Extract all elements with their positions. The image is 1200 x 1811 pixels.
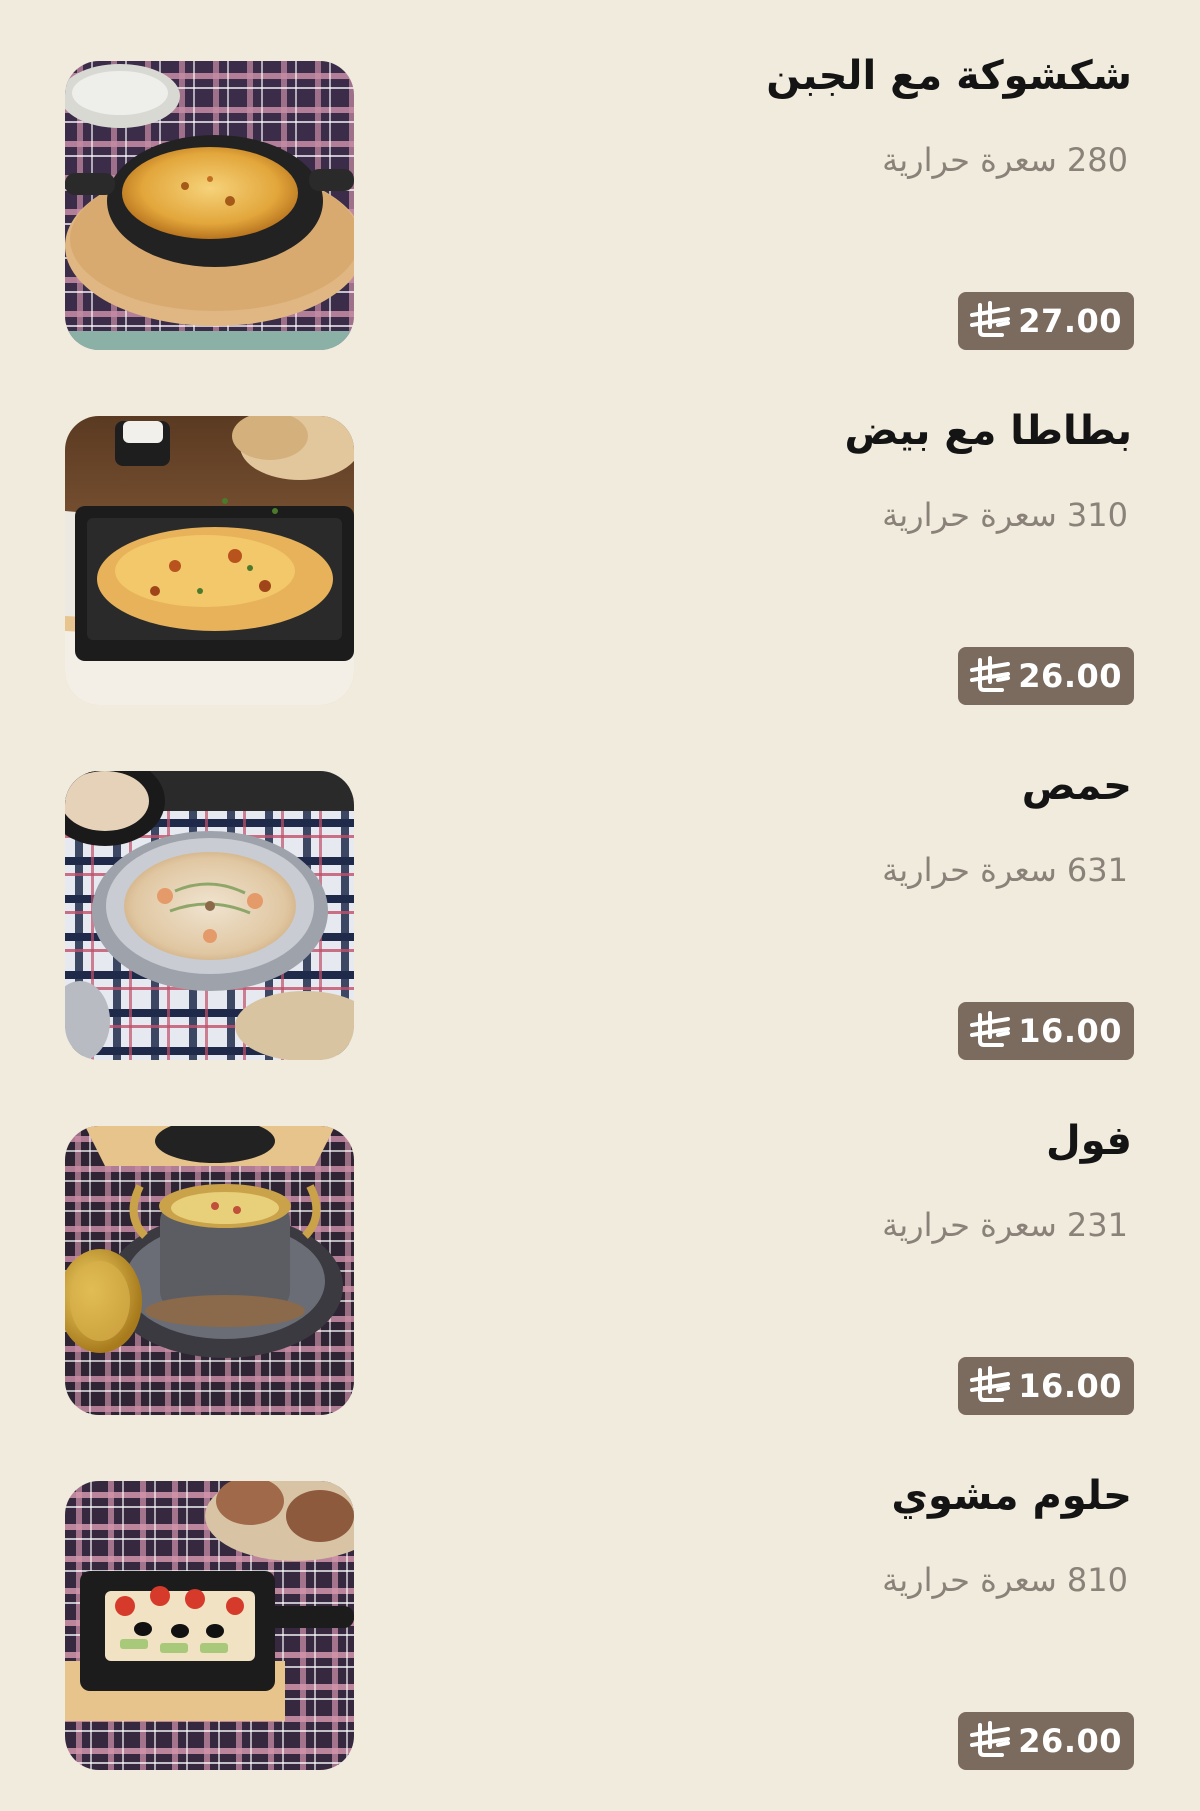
dish-name: حمص bbox=[1021, 763, 1132, 809]
dish-name: بطاطا مع بيض bbox=[844, 408, 1132, 454]
halloumi-photo bbox=[65, 1481, 354, 1770]
menu-item[interactable]: بطاطا مع بيض 310 سعرة حرارية 26.00 bbox=[0, 408, 1200, 706]
price-value: 26.00 bbox=[1018, 1722, 1122, 1760]
calorie-count: 280 سعرة حرارية bbox=[882, 141, 1128, 179]
price-badge: 26.00 bbox=[958, 647, 1134, 705]
dish-name: شكشوكة مع الجبن bbox=[766, 53, 1132, 99]
potato-eggs-photo bbox=[65, 416, 354, 705]
saudi-riyal-icon bbox=[968, 1721, 1012, 1761]
dish-name: فول bbox=[1046, 1118, 1132, 1164]
calorie-count: 810 سعرة حرارية bbox=[882, 1561, 1128, 1599]
saudi-riyal-icon bbox=[968, 1366, 1012, 1406]
dish-name: حلوم مشوي bbox=[891, 1473, 1132, 1519]
shakshuka-photo bbox=[65, 61, 354, 350]
dish-image[interactable] bbox=[65, 1481, 354, 1770]
foul-photo bbox=[65, 1126, 354, 1415]
price-badge: 27.00 bbox=[958, 292, 1134, 350]
calorie-count: 310 سعرة حرارية bbox=[882, 496, 1128, 534]
price-badge: 26.00 bbox=[958, 1712, 1134, 1770]
menu-item[interactable]: حمص 631 سعرة حرارية 16.00 bbox=[0, 763, 1200, 1061]
saudi-riyal-icon bbox=[968, 1011, 1012, 1051]
saudi-riyal-icon bbox=[968, 301, 1012, 341]
hummus-photo bbox=[65, 771, 354, 1060]
price-badge: 16.00 bbox=[958, 1357, 1134, 1415]
price-value: 27.00 bbox=[1018, 302, 1122, 340]
calorie-count: 631 سعرة حرارية bbox=[882, 851, 1128, 889]
dish-image[interactable] bbox=[65, 416, 354, 705]
price-badge: 16.00 bbox=[958, 1002, 1134, 1060]
price-value: 16.00 bbox=[1018, 1367, 1122, 1405]
calorie-count: 231 سعرة حرارية bbox=[882, 1206, 1128, 1244]
menu-item[interactable]: فول 231 سعرة حرارية 16.00 bbox=[0, 1118, 1200, 1416]
price-value: 26.00 bbox=[1018, 657, 1122, 695]
dish-image[interactable] bbox=[65, 771, 354, 1060]
price-value: 16.00 bbox=[1018, 1012, 1122, 1050]
dish-image[interactable] bbox=[65, 1126, 354, 1415]
saudi-riyal-icon bbox=[968, 656, 1012, 696]
dish-image[interactable] bbox=[65, 61, 354, 350]
menu-item[interactable]: حلوم مشوي 810 سعرة حرارية 26.00 bbox=[0, 1473, 1200, 1771]
menu-item[interactable]: شكشوكة مع الجبن 280 سعرة حرارية 27.00 bbox=[0, 53, 1200, 351]
